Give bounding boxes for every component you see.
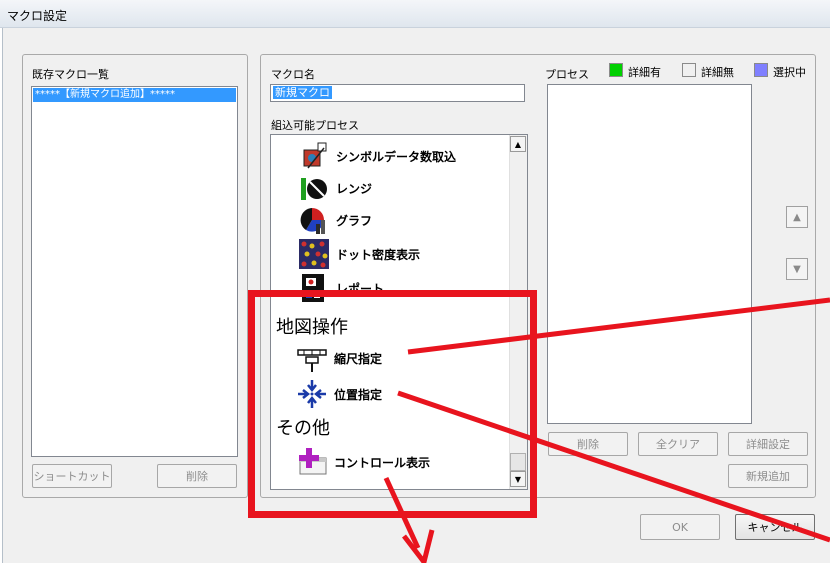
new-add-button[interactable]: 新規追加 bbox=[728, 464, 808, 488]
item-label: グラフ bbox=[336, 213, 373, 228]
window-title: マクロ設定 bbox=[7, 9, 68, 23]
move-up-button[interactable]: ▲ bbox=[786, 206, 808, 228]
process-label: プロセス bbox=[545, 68, 589, 81]
macro-name-value: 新規マクロ bbox=[273, 86, 332, 99]
process-list[interactable] bbox=[547, 84, 752, 424]
list-item[interactable]: グラフ bbox=[298, 204, 372, 236]
ok-button[interactable]: OK bbox=[640, 514, 720, 540]
clear-all-button[interactable]: 全クリア bbox=[638, 432, 718, 456]
list-item[interactable]: *****【新規マクロ追加】***** bbox=[33, 88, 236, 102]
detail-settings-button[interactable]: 詳細設定 bbox=[728, 432, 808, 456]
item-label: レンジ bbox=[336, 181, 373, 196]
shortcut-button[interactable]: ショートカット bbox=[32, 464, 112, 488]
cancel-button[interactable]: キャンセル bbox=[735, 514, 815, 540]
legend-label: 選択中 bbox=[773, 66, 806, 79]
title-bar: マクロ設定 bbox=[0, 0, 830, 28]
item-label: ドット密度表示 bbox=[336, 247, 421, 262]
legend-swatch-detail-yes bbox=[609, 63, 623, 77]
annotation-highlight-box bbox=[248, 290, 537, 518]
list-item[interactable]: レンジ bbox=[298, 172, 372, 204]
symbol-data-icon bbox=[298, 140, 330, 172]
dot-density-icon bbox=[298, 238, 330, 270]
delete-macro-button[interactable]: 削除 bbox=[157, 464, 237, 488]
macro-name-input[interactable]: 新規マクロ bbox=[270, 84, 525, 102]
available-processes-label: 組込可能プロセス bbox=[271, 119, 359, 132]
list-item[interactable]: ドット密度表示 bbox=[298, 238, 420, 270]
scroll-up-button[interactable]: ▲ bbox=[510, 136, 526, 152]
legend-swatch-selected bbox=[754, 63, 768, 77]
move-down-button[interactable]: ▼ bbox=[786, 258, 808, 280]
macro-name-label: マクロ名 bbox=[271, 68, 315, 81]
process-delete-button[interactable]: 削除 bbox=[548, 432, 628, 456]
graph-icon bbox=[298, 204, 330, 236]
range-icon bbox=[298, 172, 330, 204]
existing-macros-label: 既存マクロ一覧 bbox=[32, 68, 109, 81]
item-label: シンボルデータ数取込 bbox=[336, 149, 457, 164]
legend-label: 詳細無 bbox=[701, 66, 734, 79]
existing-macros-list[interactable]: *****【新規マクロ追加】***** bbox=[31, 86, 238, 457]
legend-label: 詳細有 bbox=[628, 66, 661, 79]
list-item[interactable]: シンボルデータ数取込 bbox=[298, 140, 456, 172]
legend-swatch-detail-no bbox=[682, 63, 696, 77]
